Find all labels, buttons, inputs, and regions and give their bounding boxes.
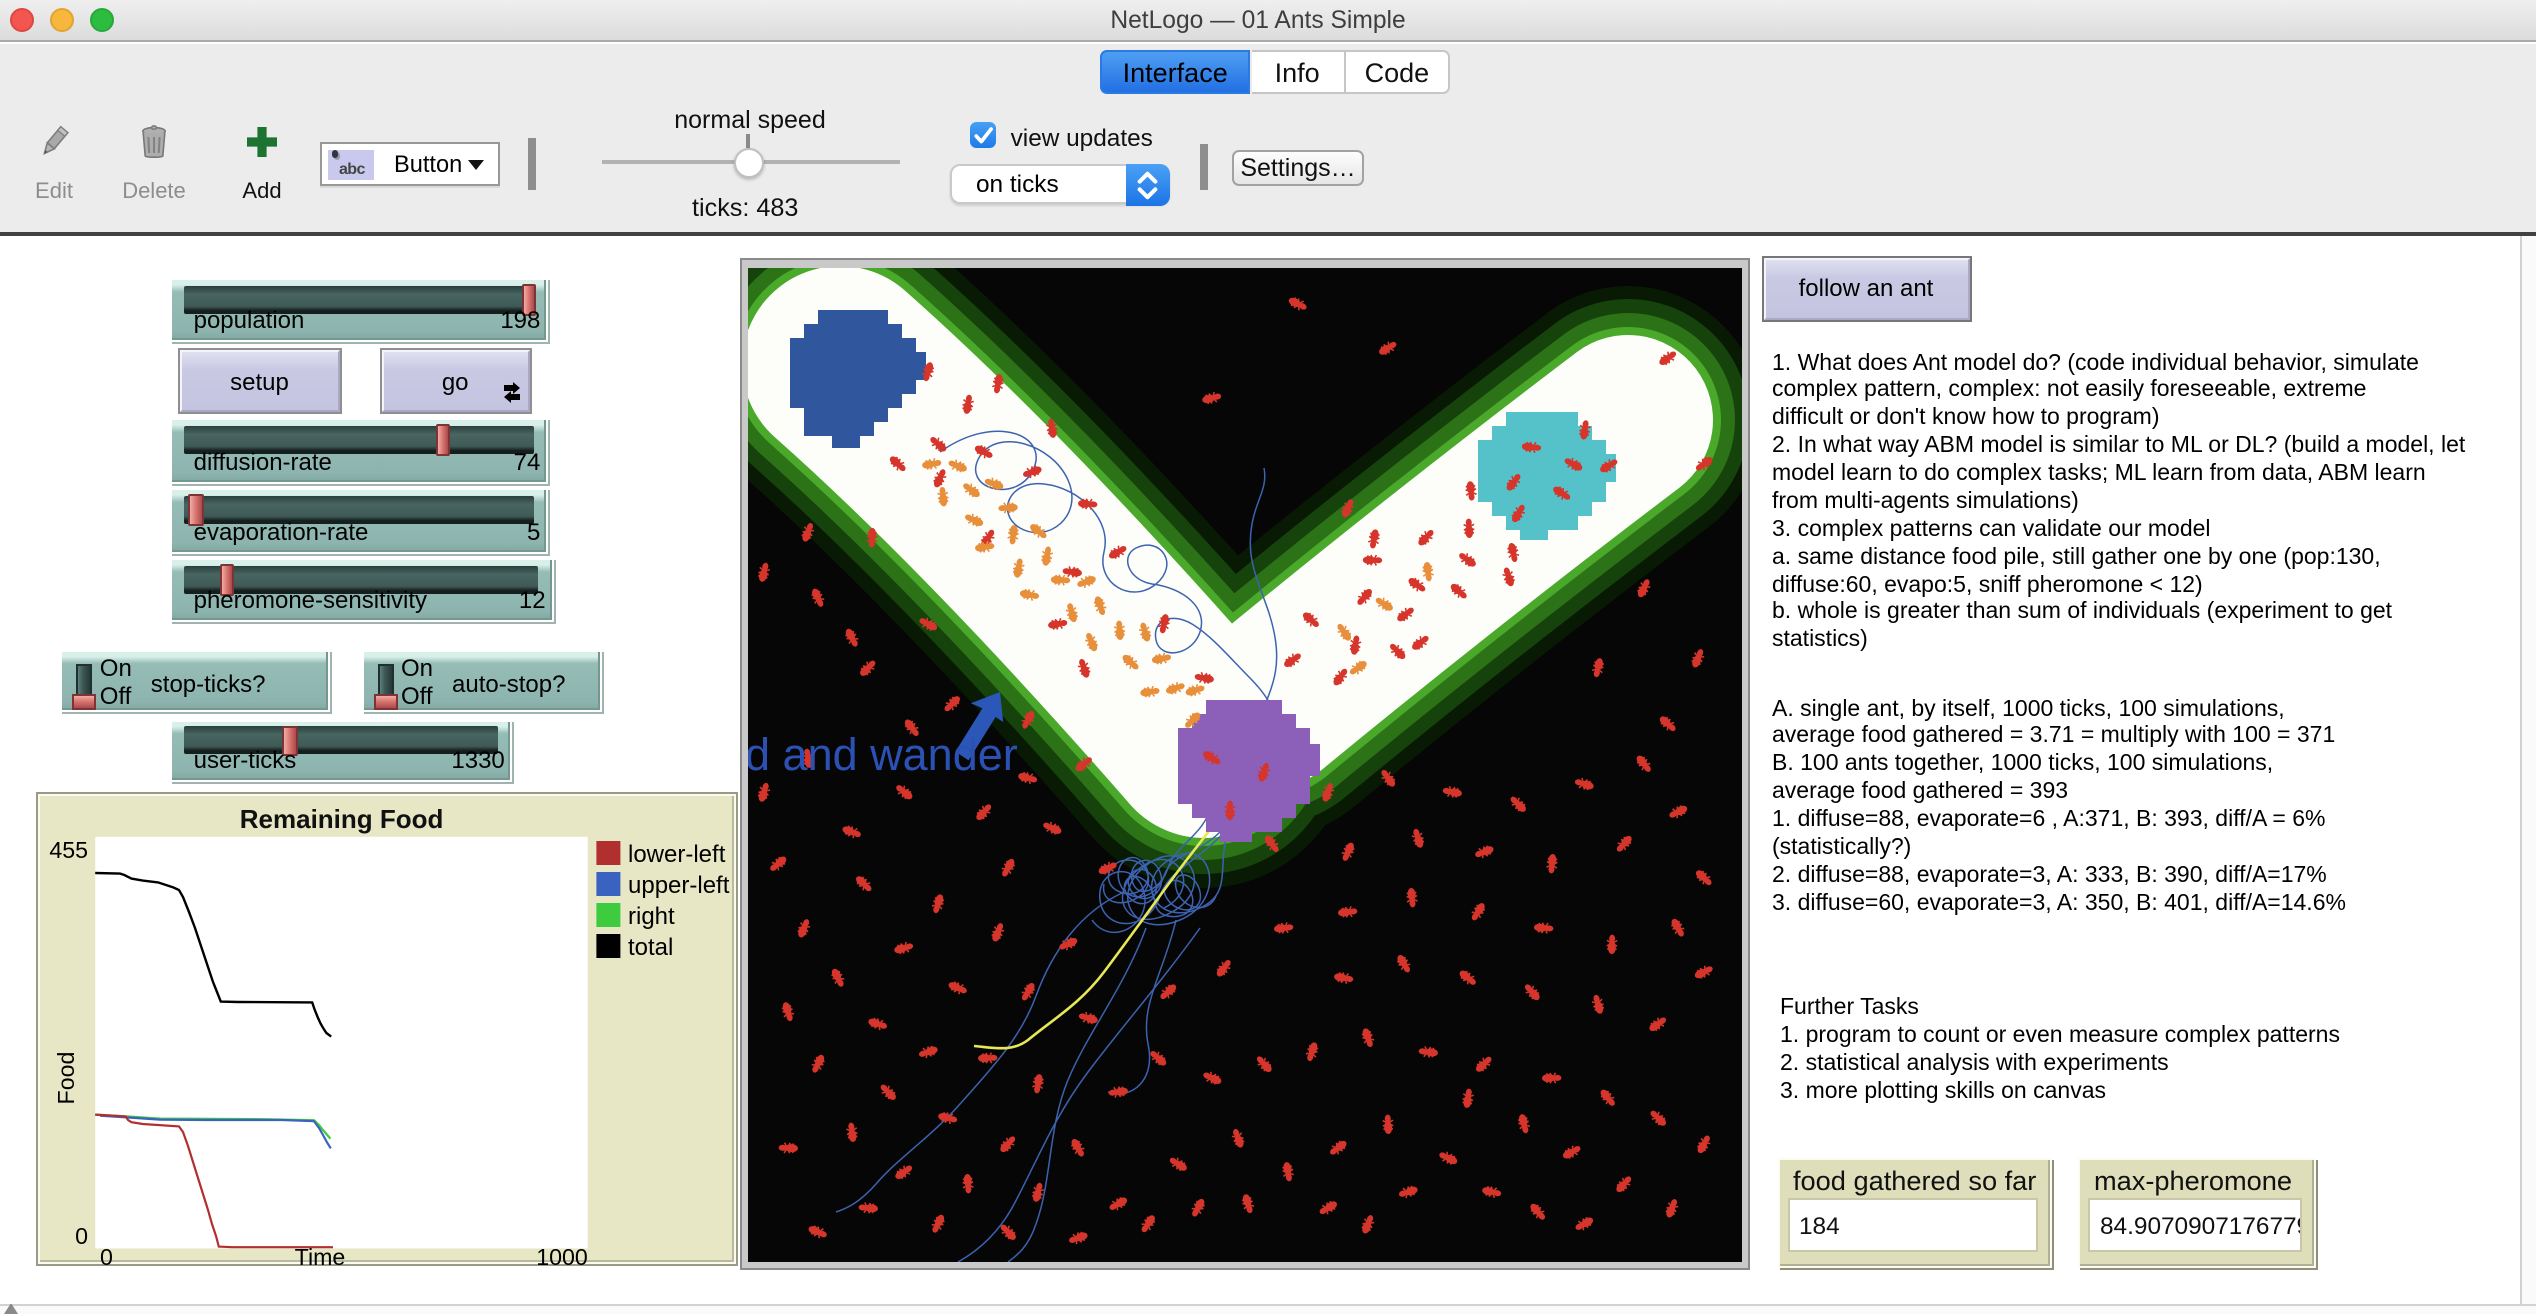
- svg-text:Food: Food: [53, 1051, 79, 1104]
- svg-text:0: 0: [75, 1222, 88, 1248]
- svg-text:Time: Time: [294, 1243, 345, 1267]
- svg-text:lower-left: lower-left: [628, 840, 726, 867]
- svg-text:upper-left: upper-left: [628, 871, 730, 898]
- svg-text:0: 0: [100, 1243, 113, 1267]
- svg-text:455: 455: [49, 836, 88, 862]
- svg-text:total: total: [628, 933, 673, 960]
- svg-text:right: right: [628, 902, 675, 929]
- svg-text:od and wander: od and wander: [748, 728, 1018, 779]
- svg-text:1000: 1000: [536, 1243, 588, 1267]
